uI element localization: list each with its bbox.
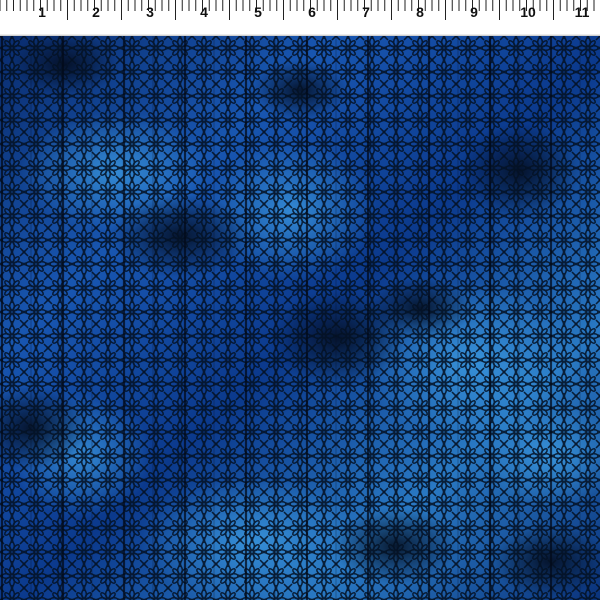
fabric-swatch-preview: 1 2 3 4 5 6 7 8 9 10 11	[0, 0, 600, 600]
fabric-pattern-svg	[0, 36, 600, 600]
ruler-number: 7	[362, 4, 370, 20]
ruler-number: 1	[38, 4, 46, 20]
fabric-pattern	[0, 36, 600, 600]
ruler-number: 4	[200, 4, 208, 20]
ruler-number: 6	[308, 4, 316, 20]
ruler-number: 11	[574, 4, 590, 20]
ruler-number: 10	[520, 4, 536, 20]
ruler-number: 3	[146, 4, 154, 20]
fabric-depth-overlay	[0, 36, 600, 600]
ruler-number: 9	[470, 4, 478, 20]
ruler-number: 8	[416, 4, 424, 20]
measurement-ruler: 1 2 3 4 5 6 7 8 9 10 11	[0, 0, 600, 36]
ruler-number: 2	[92, 4, 100, 20]
ruler-number: 5	[254, 4, 262, 20]
ruler-ticks	[0, 0, 600, 35]
